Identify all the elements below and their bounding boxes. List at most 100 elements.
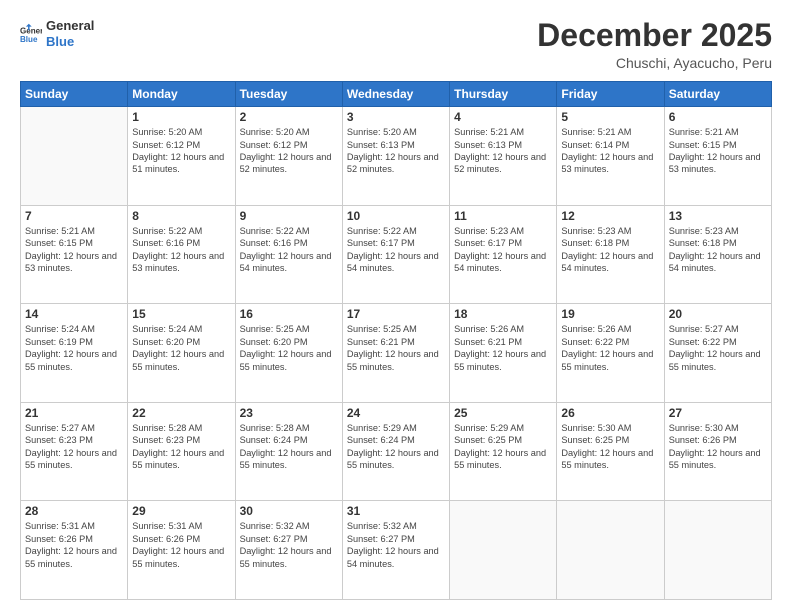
logo-blue: Blue [46,34,94,50]
day-number: 2 [240,110,338,124]
calendar-header-sunday: Sunday [21,82,128,107]
day-number: 26 [561,406,659,420]
day-info: Sunrise: 5:20 AMSunset: 6:12 PMDaylight:… [240,126,338,176]
calendar-day [450,501,557,600]
logo-text: General Blue [46,18,94,49]
calendar-day: 16Sunrise: 5:25 AMSunset: 6:20 PMDayligh… [235,304,342,403]
day-number: 18 [454,307,552,321]
calendar-day: 15Sunrise: 5:24 AMSunset: 6:20 PMDayligh… [128,304,235,403]
logo: General Blue General Blue [20,18,94,49]
calendar-day: 17 Sunrise: 5:25 AMSunset: 6:21 PMDayligh… [342,304,449,403]
day-number: 7 [25,209,123,223]
day-info: Sunrise: 5:20 AMSunset: 6:13 PMDaylight:… [347,126,445,176]
calendar-day: 31 Sunrise: 5:32 AMSunset: 6:27 PMDayligh… [342,501,449,600]
calendar-header-friday: Friday [557,82,664,107]
calendar-day: 23 Sunrise: 5:28 AMSunset: 6:24 PMDayligh… [235,402,342,501]
day-number: 9 [240,209,338,223]
day-number: 6 [669,110,767,124]
day-number: 10 [347,209,445,223]
calendar-day [557,501,664,600]
day-info: Sunrise: 5:21 AMSunset: 6:13 PMDaylight:… [454,126,552,176]
calendar-header-tuesday: Tuesday [235,82,342,107]
calendar-day: 1Sunrise: 5:20 AMSunset: 6:12 PMDaylight… [128,107,235,206]
calendar-day: 26Sunrise: 5:30 AMSunset: 6:25 PMDayligh… [557,402,664,501]
calendar-header-monday: Monday [128,82,235,107]
calendar-day: 28 Sunrise: 5:31 AMSunset: 6:26 PMDayligh… [21,501,128,600]
calendar-day: 25 Sunrise: 5:29 AMSunset: 6:25 PMDayligh… [450,402,557,501]
day-info: Sunrise: 5:29 AMSunset: 6:25 PMDaylight:… [454,422,552,472]
day-info: Sunrise: 5:21 AMSunset: 6:15 PMDaylight:… [669,126,767,176]
calendar-day: 11Sunrise: 5:23 AMSunset: 6:17 PMDayligh… [450,205,557,304]
day-number: 30 [240,504,338,518]
calendar-day: 3Sunrise: 5:20 AMSunset: 6:13 PMDaylight… [342,107,449,206]
calendar-day: 13Sunrise: 5:23 AMSunset: 6:18 PMDayligh… [664,205,771,304]
day-number: 21 [25,406,123,420]
header: General Blue General Blue December 2025 … [20,18,772,71]
calendar-day: 6 Sunrise: 5:21 AMSunset: 6:15 PMDaylight… [664,107,771,206]
day-info: Sunrise: 5:26 AMSunset: 6:21 PMDaylight:… [454,323,552,373]
calendar-day [664,501,771,600]
title-section: December 2025 Chuschi, Ayacucho, Peru [537,18,772,71]
day-info: Sunrise: 5:22 AMSunset: 6:16 PMDaylight:… [132,225,230,275]
day-number: 20 [669,307,767,321]
day-info: Sunrise: 5:23 AMSunset: 6:18 PMDaylight:… [561,225,659,275]
day-info: Sunrise: 5:25 AMSunset: 6:21 PMDaylight:… [347,323,445,373]
logo-icon: General Blue [20,23,42,45]
day-info: Sunrise: 5:28 AMSunset: 6:24 PMDaylight:… [240,422,338,472]
calendar-day: 8 Sunrise: 5:22 AMSunset: 6:16 PMDaylight… [128,205,235,304]
day-info: Sunrise: 5:28 AMSunset: 6:23 PMDaylight:… [132,422,230,472]
calendar-day: 29Sunrise: 5:31 AMSunset: 6:26 PMDayligh… [128,501,235,600]
day-info: Sunrise: 5:21 AMSunset: 6:15 PMDaylight:… [25,225,123,275]
day-info: Sunrise: 5:24 AMSunset: 6:20 PMDaylight:… [132,323,230,373]
day-info: Sunrise: 5:22 AMSunset: 6:17 PMDaylight:… [347,225,445,275]
day-info: Sunrise: 5:32 AMSunset: 6:27 PMDaylight:… [347,520,445,570]
day-number: 31 [347,504,445,518]
day-info: Sunrise: 5:29 AMSunset: 6:24 PMDaylight:… [347,422,445,472]
calendar-day: 22 Sunrise: 5:28 AMSunset: 6:23 PMDayligh… [128,402,235,501]
calendar-day [21,107,128,206]
calendar-day: 27 Sunrise: 5:30 AMSunset: 6:26 PMDayligh… [664,402,771,501]
day-info: Sunrise: 5:27 AMSunset: 6:22 PMDaylight:… [669,323,767,373]
day-number: 22 [132,406,230,420]
calendar-day: 24 Sunrise: 5:29 AMSunset: 6:24 PMDayligh… [342,402,449,501]
day-info: Sunrise: 5:31 AMSunset: 6:26 PMDaylight:… [132,520,230,570]
calendar-week-row: 1Sunrise: 5:20 AMSunset: 6:12 PMDaylight… [21,107,772,206]
calendar-day: 21 Sunrise: 5:27 AMSunset: 6:23 PMDayligh… [21,402,128,501]
day-info: Sunrise: 5:30 AMSunset: 6:26 PMDaylight:… [669,422,767,472]
day-number: 12 [561,209,659,223]
calendar-day: 18 Sunrise: 5:26 AMSunset: 6:21 PMDayligh… [450,304,557,403]
calendar-day: 30Sunrise: 5:32 AMSunset: 6:27 PMDayligh… [235,501,342,600]
calendar-day: 5Sunrise: 5:21 AMSunset: 6:14 PMDaylight… [557,107,664,206]
calendar-header-row: SundayMondayTuesdayWednesdayThursdayFrid… [21,82,772,107]
day-number: 14 [25,307,123,321]
day-number: 5 [561,110,659,124]
day-number: 8 [132,209,230,223]
calendar-week-row: 21 Sunrise: 5:27 AMSunset: 6:23 PMDayligh… [21,402,772,501]
day-number: 28 [25,504,123,518]
calendar-header-wednesday: Wednesday [342,82,449,107]
logo-general: General [46,18,94,34]
calendar-day: 20 Sunrise: 5:27 AMSunset: 6:22 PMDayligh… [664,304,771,403]
calendar-header-saturday: Saturday [664,82,771,107]
day-info: Sunrise: 5:31 AMSunset: 6:26 PMDaylight:… [25,520,123,570]
day-info: Sunrise: 5:27 AMSunset: 6:23 PMDaylight:… [25,422,123,472]
day-number: 24 [347,406,445,420]
month-title: December 2025 [537,18,772,53]
calendar-day: 19Sunrise: 5:26 AMSunset: 6:22 PMDayligh… [557,304,664,403]
day-number: 19 [561,307,659,321]
calendar-day: 4Sunrise: 5:21 AMSunset: 6:13 PMDaylight… [450,107,557,206]
day-number: 23 [240,406,338,420]
day-number: 11 [454,209,552,223]
day-number: 17 [347,307,445,321]
day-number: 25 [454,406,552,420]
day-info: Sunrise: 5:22 AMSunset: 6:16 PMDaylight:… [240,225,338,275]
calendar-week-row: 7 Sunrise: 5:21 AMSunset: 6:15 PMDaylight… [21,205,772,304]
location: Chuschi, Ayacucho, Peru [537,55,772,71]
calendar-day: 9 Sunrise: 5:22 AMSunset: 6:16 PMDaylight… [235,205,342,304]
calendar-day: 2 Sunrise: 5:20 AMSunset: 6:12 PMDaylight… [235,107,342,206]
calendar-day: 14Sunrise: 5:24 AMSunset: 6:19 PMDayligh… [21,304,128,403]
calendar-table: SundayMondayTuesdayWednesdayThursdayFrid… [20,81,772,600]
day-info: Sunrise: 5:25 AMSunset: 6:20 PMDaylight:… [240,323,338,373]
calendar-day: 10 Sunrise: 5:22 AMSunset: 6:17 PMDayligh… [342,205,449,304]
day-number: 27 [669,406,767,420]
